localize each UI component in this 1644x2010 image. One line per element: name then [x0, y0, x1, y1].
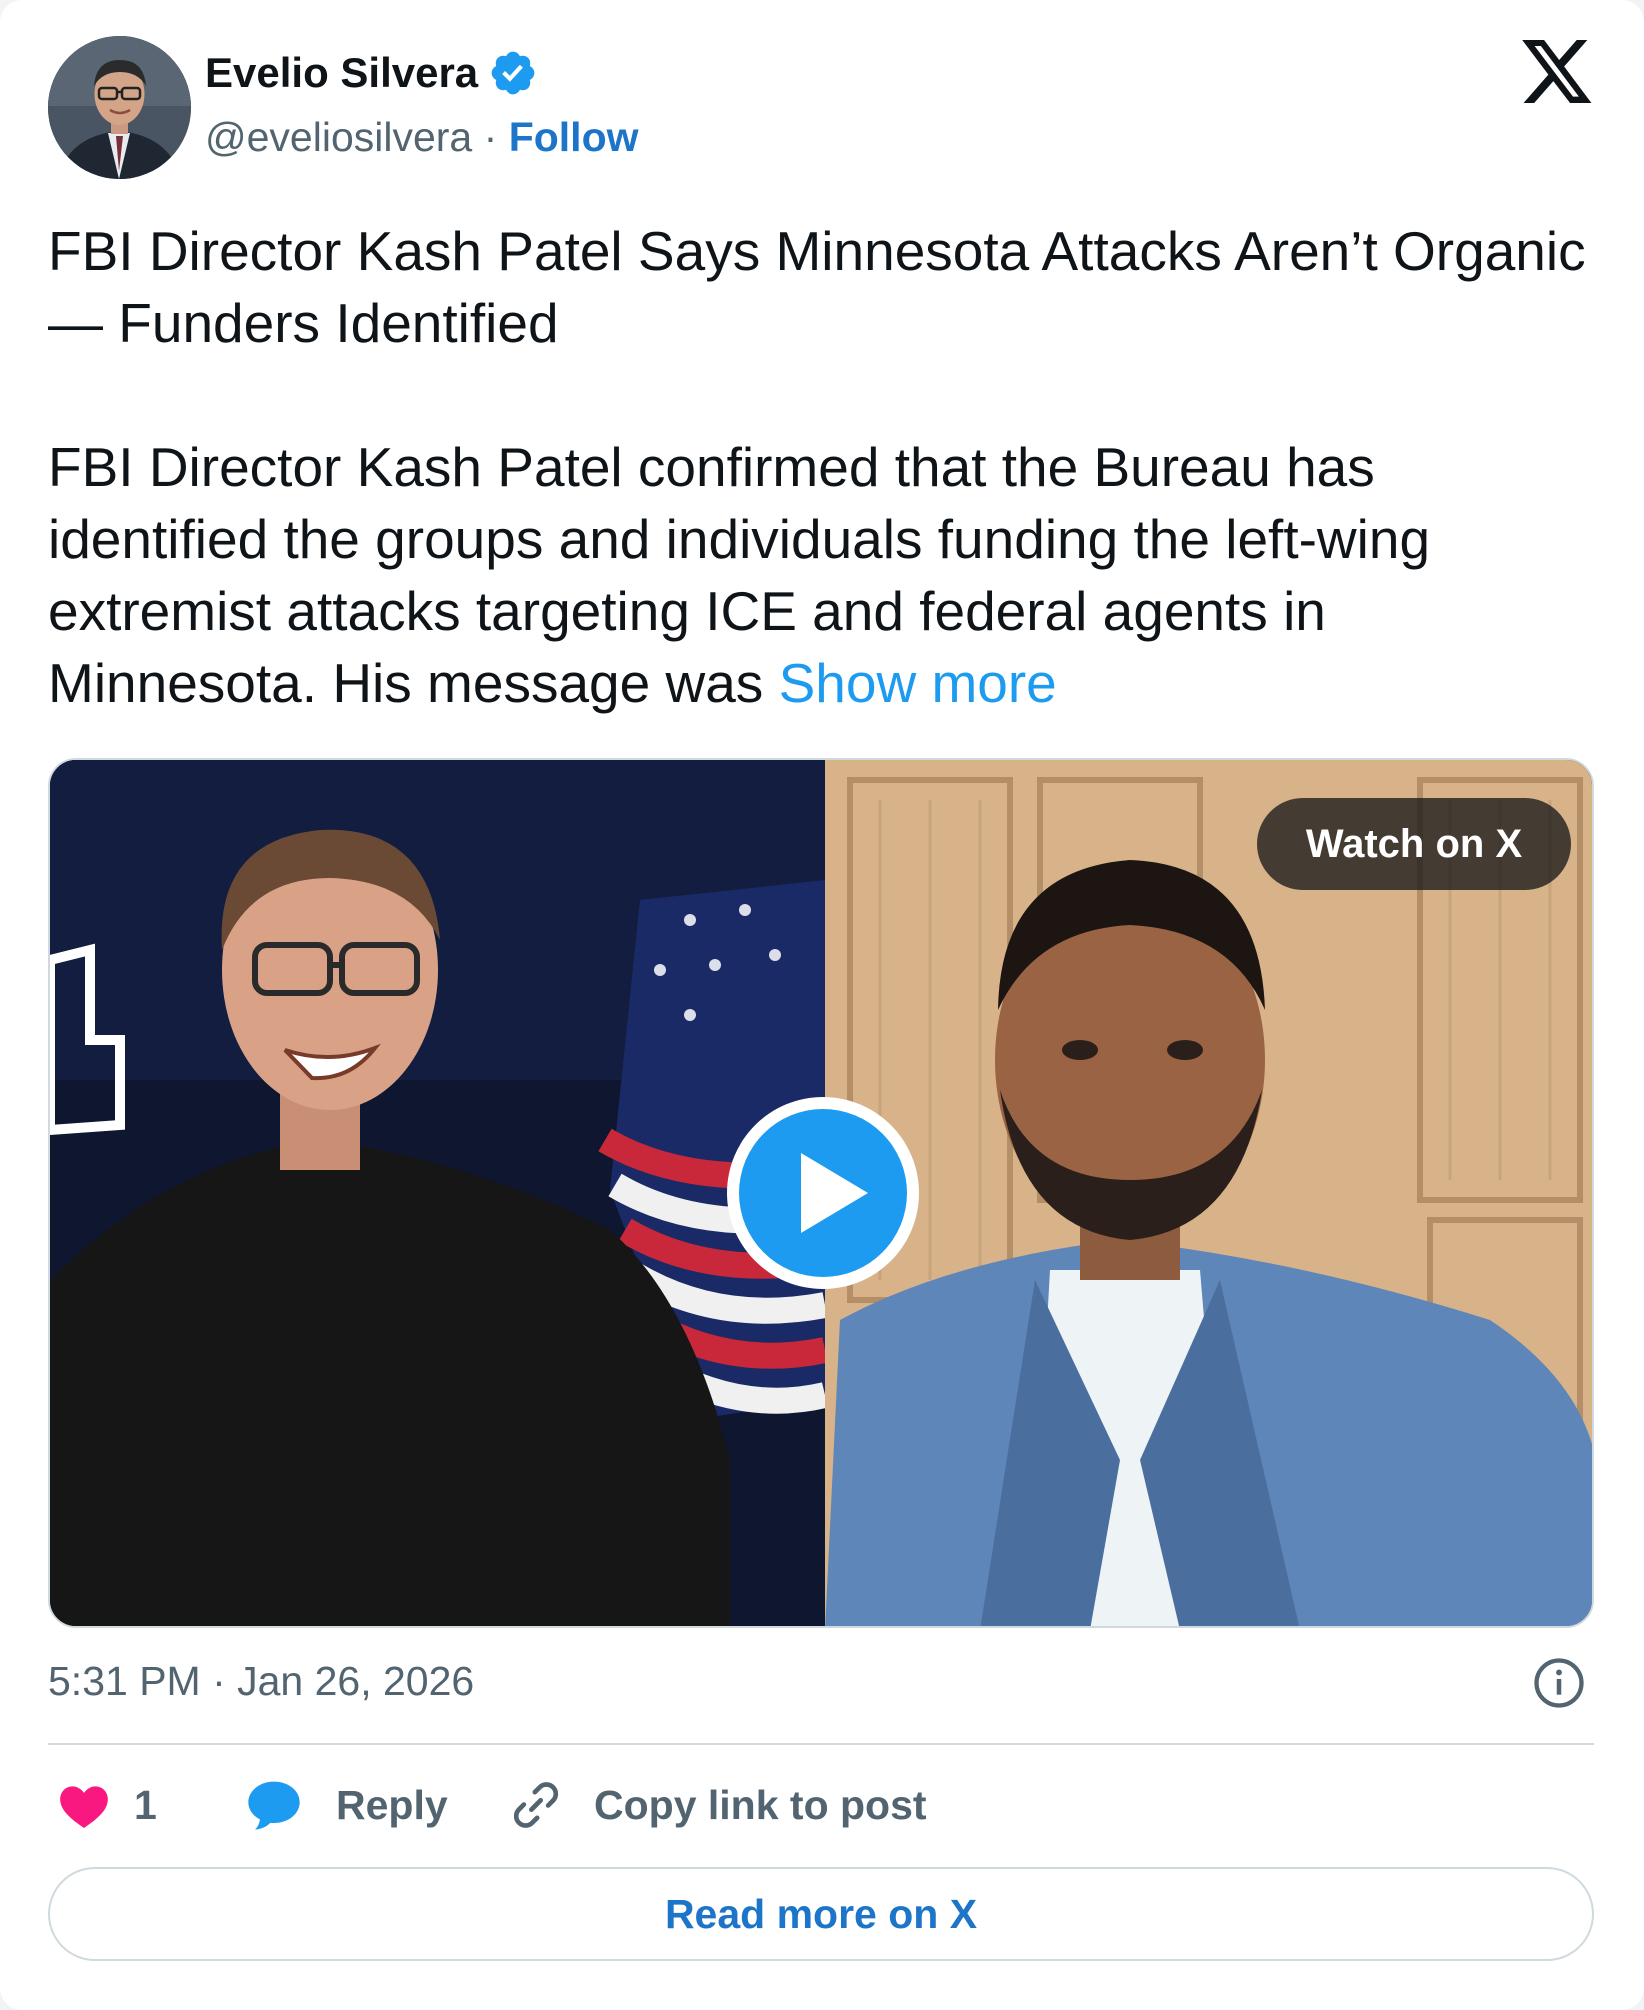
follow-link[interactable]: Follow	[509, 114, 639, 160]
reply-bubble-icon	[248, 1781, 300, 1830]
x-logo-icon[interactable]	[1522, 40, 1594, 106]
author-name-row[interactable]: Evelio Silvera	[205, 48, 538, 98]
info-icon[interactable]	[1532, 1656, 1586, 1710]
handle-separator: ·	[483, 114, 498, 160]
post-text: FBI Director Kash Patel Says Minnesota A…	[48, 215, 1608, 719]
verified-badge-icon	[488, 48, 538, 98]
author-display-name[interactable]: Evelio Silvera	[205, 49, 478, 97]
footer-divider	[48, 1743, 1594, 1745]
heart-icon	[60, 1786, 108, 1828]
play-icon[interactable]	[723, 1093, 923, 1293]
reply-button[interactable]: Reply	[246, 1775, 448, 1835]
author-handle-row: @eveliosilvera · Follow	[205, 114, 639, 161]
reply-label: Reply	[336, 1781, 448, 1828]
like-button[interactable]: 1	[58, 1775, 157, 1835]
post-headline: FBI Director Kash Patel Says Minnesota A…	[48, 220, 1586, 354]
video-media[interactable]: Watch on X	[48, 758, 1594, 1628]
post-timestamp[interactable]: 5:31 PM · Jan 26, 2026	[48, 1658, 474, 1705]
watch-on-x-button[interactable]: Watch on X	[1257, 798, 1571, 890]
embedded-post-card: Evelio Silvera @eveliosilvera · Follow F…	[0, 0, 1644, 2010]
like-count: 1	[134, 1781, 157, 1828]
post-body: FBI Director Kash Patel confirmed that t…	[48, 436, 1431, 714]
show-more-link[interactable]: Show more	[779, 652, 1057, 714]
copy-link-button[interactable]: Copy link to post	[508, 1775, 927, 1835]
author-handle[interactable]: @eveliosilvera	[205, 114, 472, 160]
post-body-paragraph: FBI Director Kash Patel confirmed that t…	[48, 431, 1608, 719]
link-icon	[513, 1782, 559, 1828]
author-avatar[interactable]	[48, 36, 191, 179]
read-more-button[interactable]: Read more on X	[48, 1867, 1594, 1961]
copy-link-label: Copy link to post	[594, 1781, 927, 1828]
